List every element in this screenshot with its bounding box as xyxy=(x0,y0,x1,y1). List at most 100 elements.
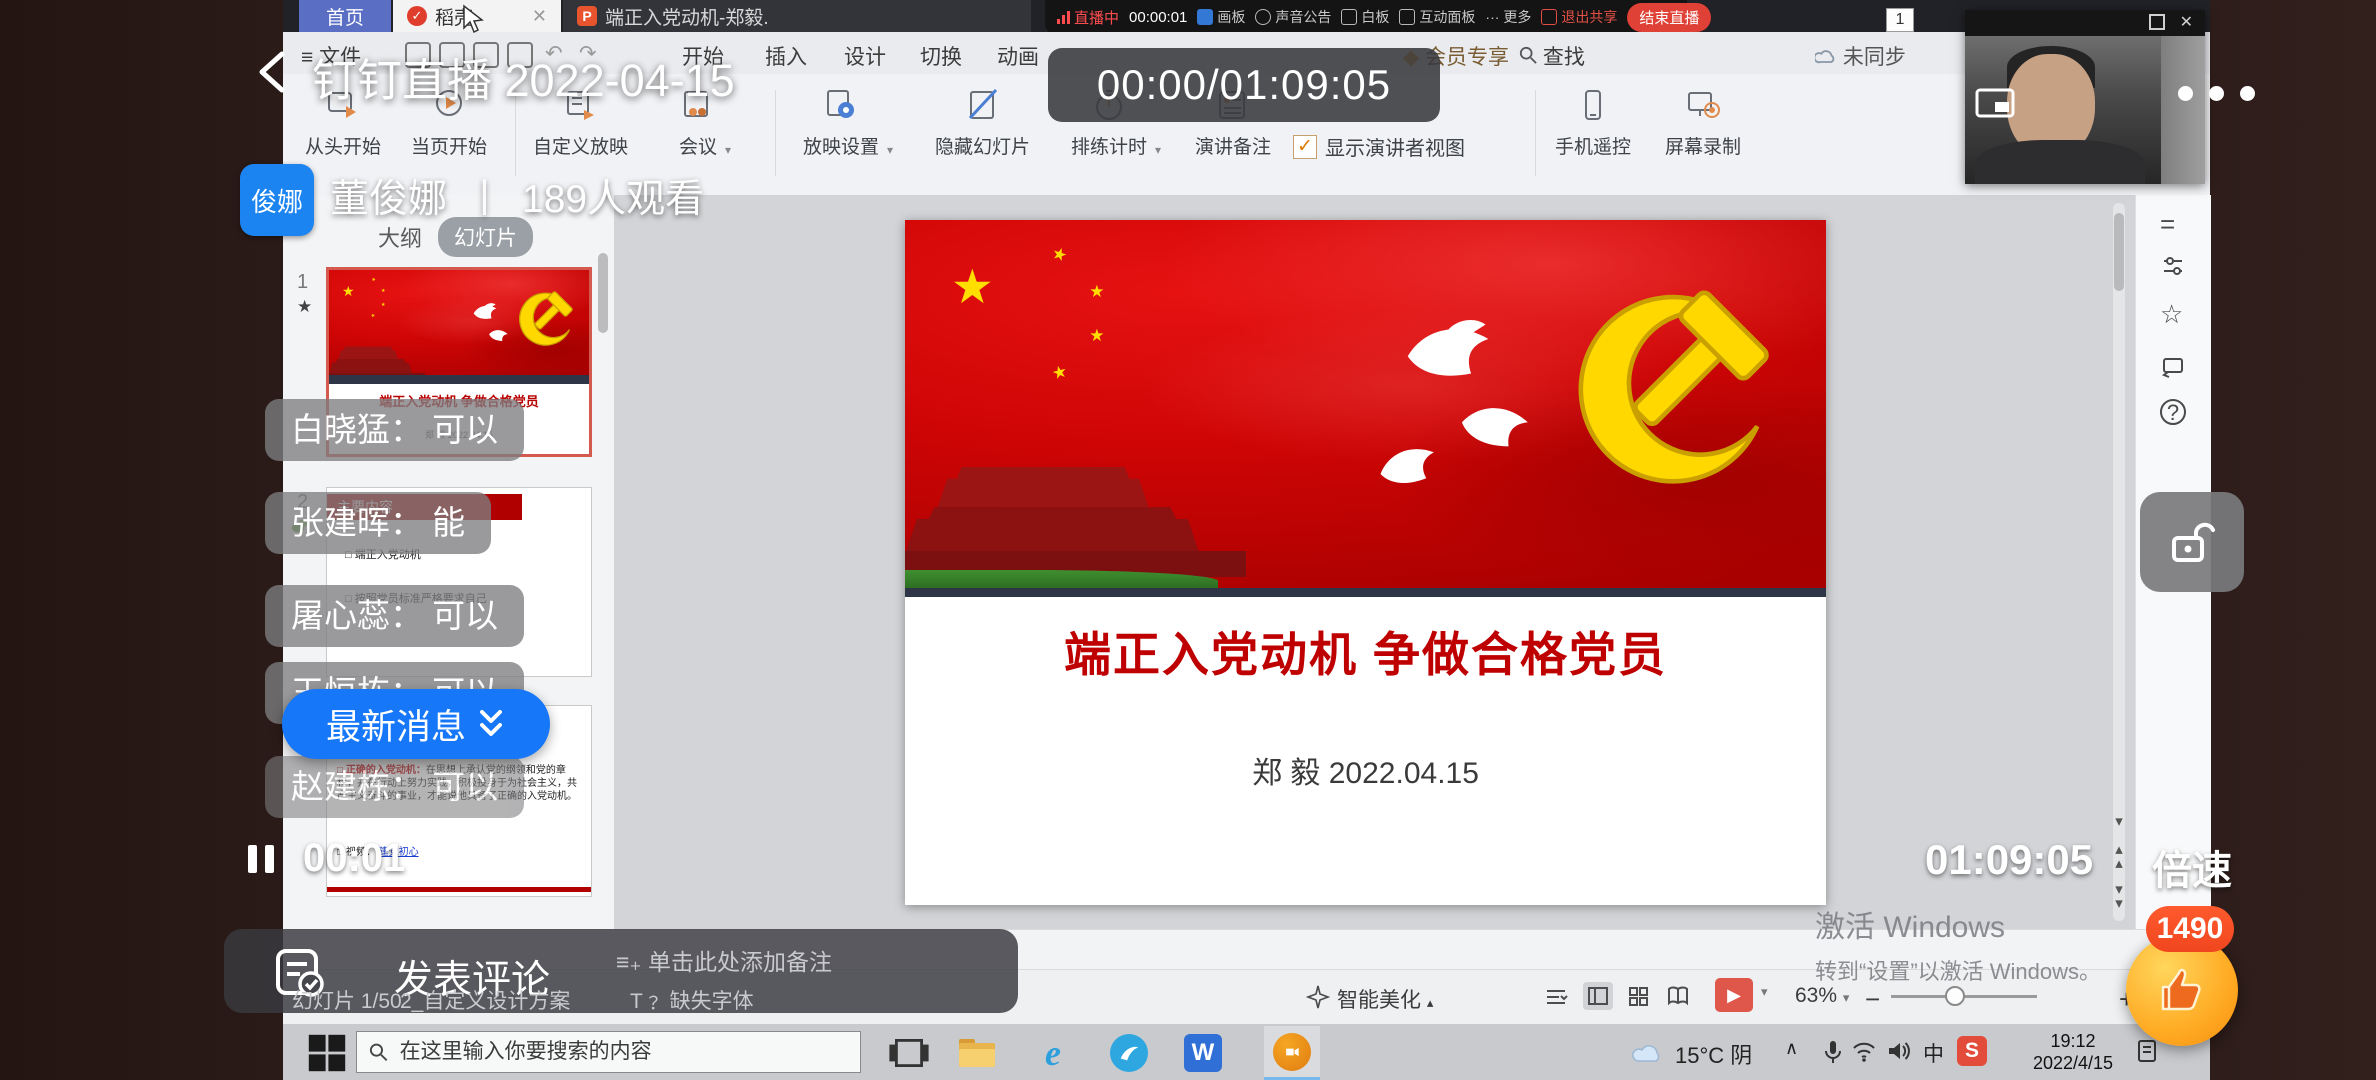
camera-titlebar: ✕ xyxy=(1965,10,2205,36)
board-button[interactable]: 画板 xyxy=(1197,7,1245,27)
sync-status[interactable]: 未同步 xyxy=(1815,41,1906,71)
weather-icon[interactable] xyxy=(1631,1040,1667,1064)
back-button[interactable] xyxy=(254,48,290,96)
speaker-icon[interactable] xyxy=(1887,1040,1911,1062)
task-view-button[interactable] xyxy=(887,1032,931,1074)
cloud-icon xyxy=(1815,49,1837,64)
unlock-rotation-button[interactable] xyxy=(2140,492,2244,592)
notes-toggle-button[interactable] xyxy=(1541,982,1571,1010)
dingtalk-live-app-active[interactable] xyxy=(1264,1026,1320,1080)
more-options-icon[interactable] xyxy=(2178,86,2255,101)
mouse-cursor xyxy=(462,4,484,34)
collapse-handle-icon[interactable]: = xyxy=(2160,209,2175,240)
zoom-slider-knob[interactable] xyxy=(1945,986,1965,1006)
loop-icon[interactable] xyxy=(2160,353,2186,379)
ime-indicator[interactable]: 中 xyxy=(1923,1038,1944,1068)
smart-beautify-button[interactable]: 智能美化 ▴ xyxy=(1337,984,1433,1014)
whiteboard-button[interactable]: 白板 xyxy=(1341,7,1389,27)
menu-tab-animation[interactable]: 动画 xyxy=(997,41,1039,71)
menu-tab-transition[interactable]: 切换 xyxy=(920,41,962,71)
show-settings-button[interactable]: 放映设置▾ xyxy=(803,88,879,159)
player-title: 钉钉直播 2022-04-15 xyxy=(312,44,735,109)
zoom-slider[interactable] xyxy=(1891,995,2037,998)
scrollbar-thumb[interactable] xyxy=(2114,213,2124,291)
play-dropdown-icon[interactable]: ▾ xyxy=(1761,984,1768,1000)
pip-icon[interactable] xyxy=(1975,88,2015,118)
stop-button[interactable] xyxy=(455,848,481,874)
menu-tab-design[interactable]: 设计 xyxy=(844,41,886,71)
microphone-icon[interactable] xyxy=(1823,1039,1843,1065)
search-input[interactable] xyxy=(398,1039,848,1065)
thumbnail-scrollbar[interactable] xyxy=(598,253,608,333)
notification-center-icon[interactable] xyxy=(2135,1038,2161,1064)
tab-presentation[interactable]: P 端正入党动机-郑毅. xyxy=(563,0,1031,32)
find-button[interactable]: 查找 xyxy=(1519,41,1585,71)
camera-feed xyxy=(1965,36,2205,184)
help-icon[interactable]: ? xyxy=(2160,399,2186,425)
tray-expand-icon[interactable]: ∧ xyxy=(1785,1038,1798,1059)
reading-view-button[interactable] xyxy=(1663,982,1693,1010)
missing-font-ghost: T﹖ 缺失字体 xyxy=(630,985,754,1015)
menu-tab-insert[interactable]: 插入 xyxy=(765,41,807,71)
voice-notice-button[interactable]: 声音公告 xyxy=(1255,7,1331,27)
phone-remote-button[interactable]: 手机遥控 xyxy=(1555,88,1631,159)
ellipsis-icon: ··· xyxy=(1485,9,1499,25)
zoom-out-button[interactable]: − xyxy=(1865,984,1880,1015)
maximize-icon[interactable] xyxy=(2149,14,2165,30)
previous-slide-button[interactable]: ▴▴ xyxy=(2109,843,2129,871)
windows-taskbar: e W 15°C 阴 ∧ 中 S 19:122022/4/15 xyxy=(283,1024,2210,1080)
scroll-down-icon[interactable]: ▾ xyxy=(2109,815,2129,829)
network-icon[interactable] xyxy=(1851,1040,1877,1062)
latest-messages-button[interactable]: 最新消息 xyxy=(282,689,550,759)
wps-writer-icon[interactable]: W xyxy=(1181,1032,1225,1074)
chat-message: 屠心蕊： 可以 xyxy=(265,585,524,647)
file-explorer-icon[interactable] xyxy=(955,1032,999,1074)
current-slide: ★★★★★ 端正入党动机 争做合格党员 郑 毅 2022.04.15 xyxy=(905,220,1826,905)
taskbar-clock[interactable]: 19:122022/4/15 xyxy=(2025,1030,2121,1074)
party-emblem-icon xyxy=(511,288,576,353)
live-status: 直播中 xyxy=(1057,7,1119,28)
normal-view-button[interactable] xyxy=(1583,982,1613,1010)
favorite-star-icon: ★ xyxy=(297,297,312,317)
tab-outline[interactable]: 大纲 xyxy=(378,221,422,253)
presenter-view-checkbox[interactable]: ✓ 显示演讲者视图 xyxy=(1293,132,1465,161)
screen-record-button[interactable]: 屏幕录制 xyxy=(1665,88,1741,159)
whiteboard-icon xyxy=(1341,9,1357,25)
screen: 首页 ✓ 稻壳 ✕ P 端正入党动机-郑毅. 1 直播中 00:00:01 画板… xyxy=(0,0,2376,1080)
chat-message: 张建晖： 能 xyxy=(265,492,491,554)
start-button[interactable] xyxy=(305,1032,349,1074)
pause-button[interactable] xyxy=(248,845,278,873)
more-button[interactable]: ···更多 xyxy=(1485,7,1531,27)
thumb-up-icon xyxy=(2153,961,2211,1019)
flag-star-icon: ★ xyxy=(342,284,355,298)
party-emblem-icon xyxy=(1550,279,1780,509)
flag-star-icon: ★ xyxy=(951,264,994,312)
playback-speed-button[interactable]: 倍速 xyxy=(2152,838,2232,896)
interact-panel-button[interactable]: 互动面板 xyxy=(1399,7,1475,27)
play-show-button[interactable]: ▶ xyxy=(1715,978,1753,1012)
close-tab-icon[interactable]: ✕ xyxy=(532,6,547,27)
end-live-button[interactable]: 结束直播 xyxy=(1627,3,1711,32)
docer-app-icon[interactable] xyxy=(1107,1032,1151,1074)
effects-star-icon[interactable]: ☆ xyxy=(2160,299,2183,330)
checkbox-check-icon: ✓ xyxy=(1293,135,1317,159)
phone-icon xyxy=(1576,88,1610,122)
streamer-avatar[interactable]: 俊娜 xyxy=(240,164,314,236)
streamer-name: 董俊娜 xyxy=(330,168,447,224)
taskbar-search[interactable] xyxy=(356,1031,861,1073)
close-icon[interactable]: ✕ xyxy=(2180,12,2193,32)
adjust-sliders-icon[interactable] xyxy=(2160,253,2186,279)
presenter-camera-window[interactable]: ✕ xyxy=(1965,10,2205,184)
sogou-icon[interactable]: S xyxy=(1957,1036,1987,1066)
internet-explorer-icon[interactable]: e xyxy=(1031,1032,1075,1074)
wpp-file-icon: P xyxy=(577,6,597,26)
exit-share-button[interactable]: 退出共享 xyxy=(1541,7,1617,27)
comment-bar[interactable]: 发表评论 ≡₊ 单击此处添加备注 幻灯片 1/50 2_自定义设计方案 T﹖ 缺… xyxy=(224,929,1018,1013)
show-settings-icon xyxy=(824,88,858,122)
zoom-level[interactable]: 63% ▾ xyxy=(1795,984,1849,1008)
hide-slide-button[interactable]: 隐藏幻灯片 xyxy=(935,88,1030,159)
slide-sorter-button[interactable] xyxy=(1623,982,1653,1010)
tab-home[interactable]: 首页 xyxy=(299,0,391,32)
weather-text[interactable]: 15°C 阴 xyxy=(1675,1038,1752,1070)
next-slide-button[interactable]: ▾▾ xyxy=(2109,883,2129,911)
